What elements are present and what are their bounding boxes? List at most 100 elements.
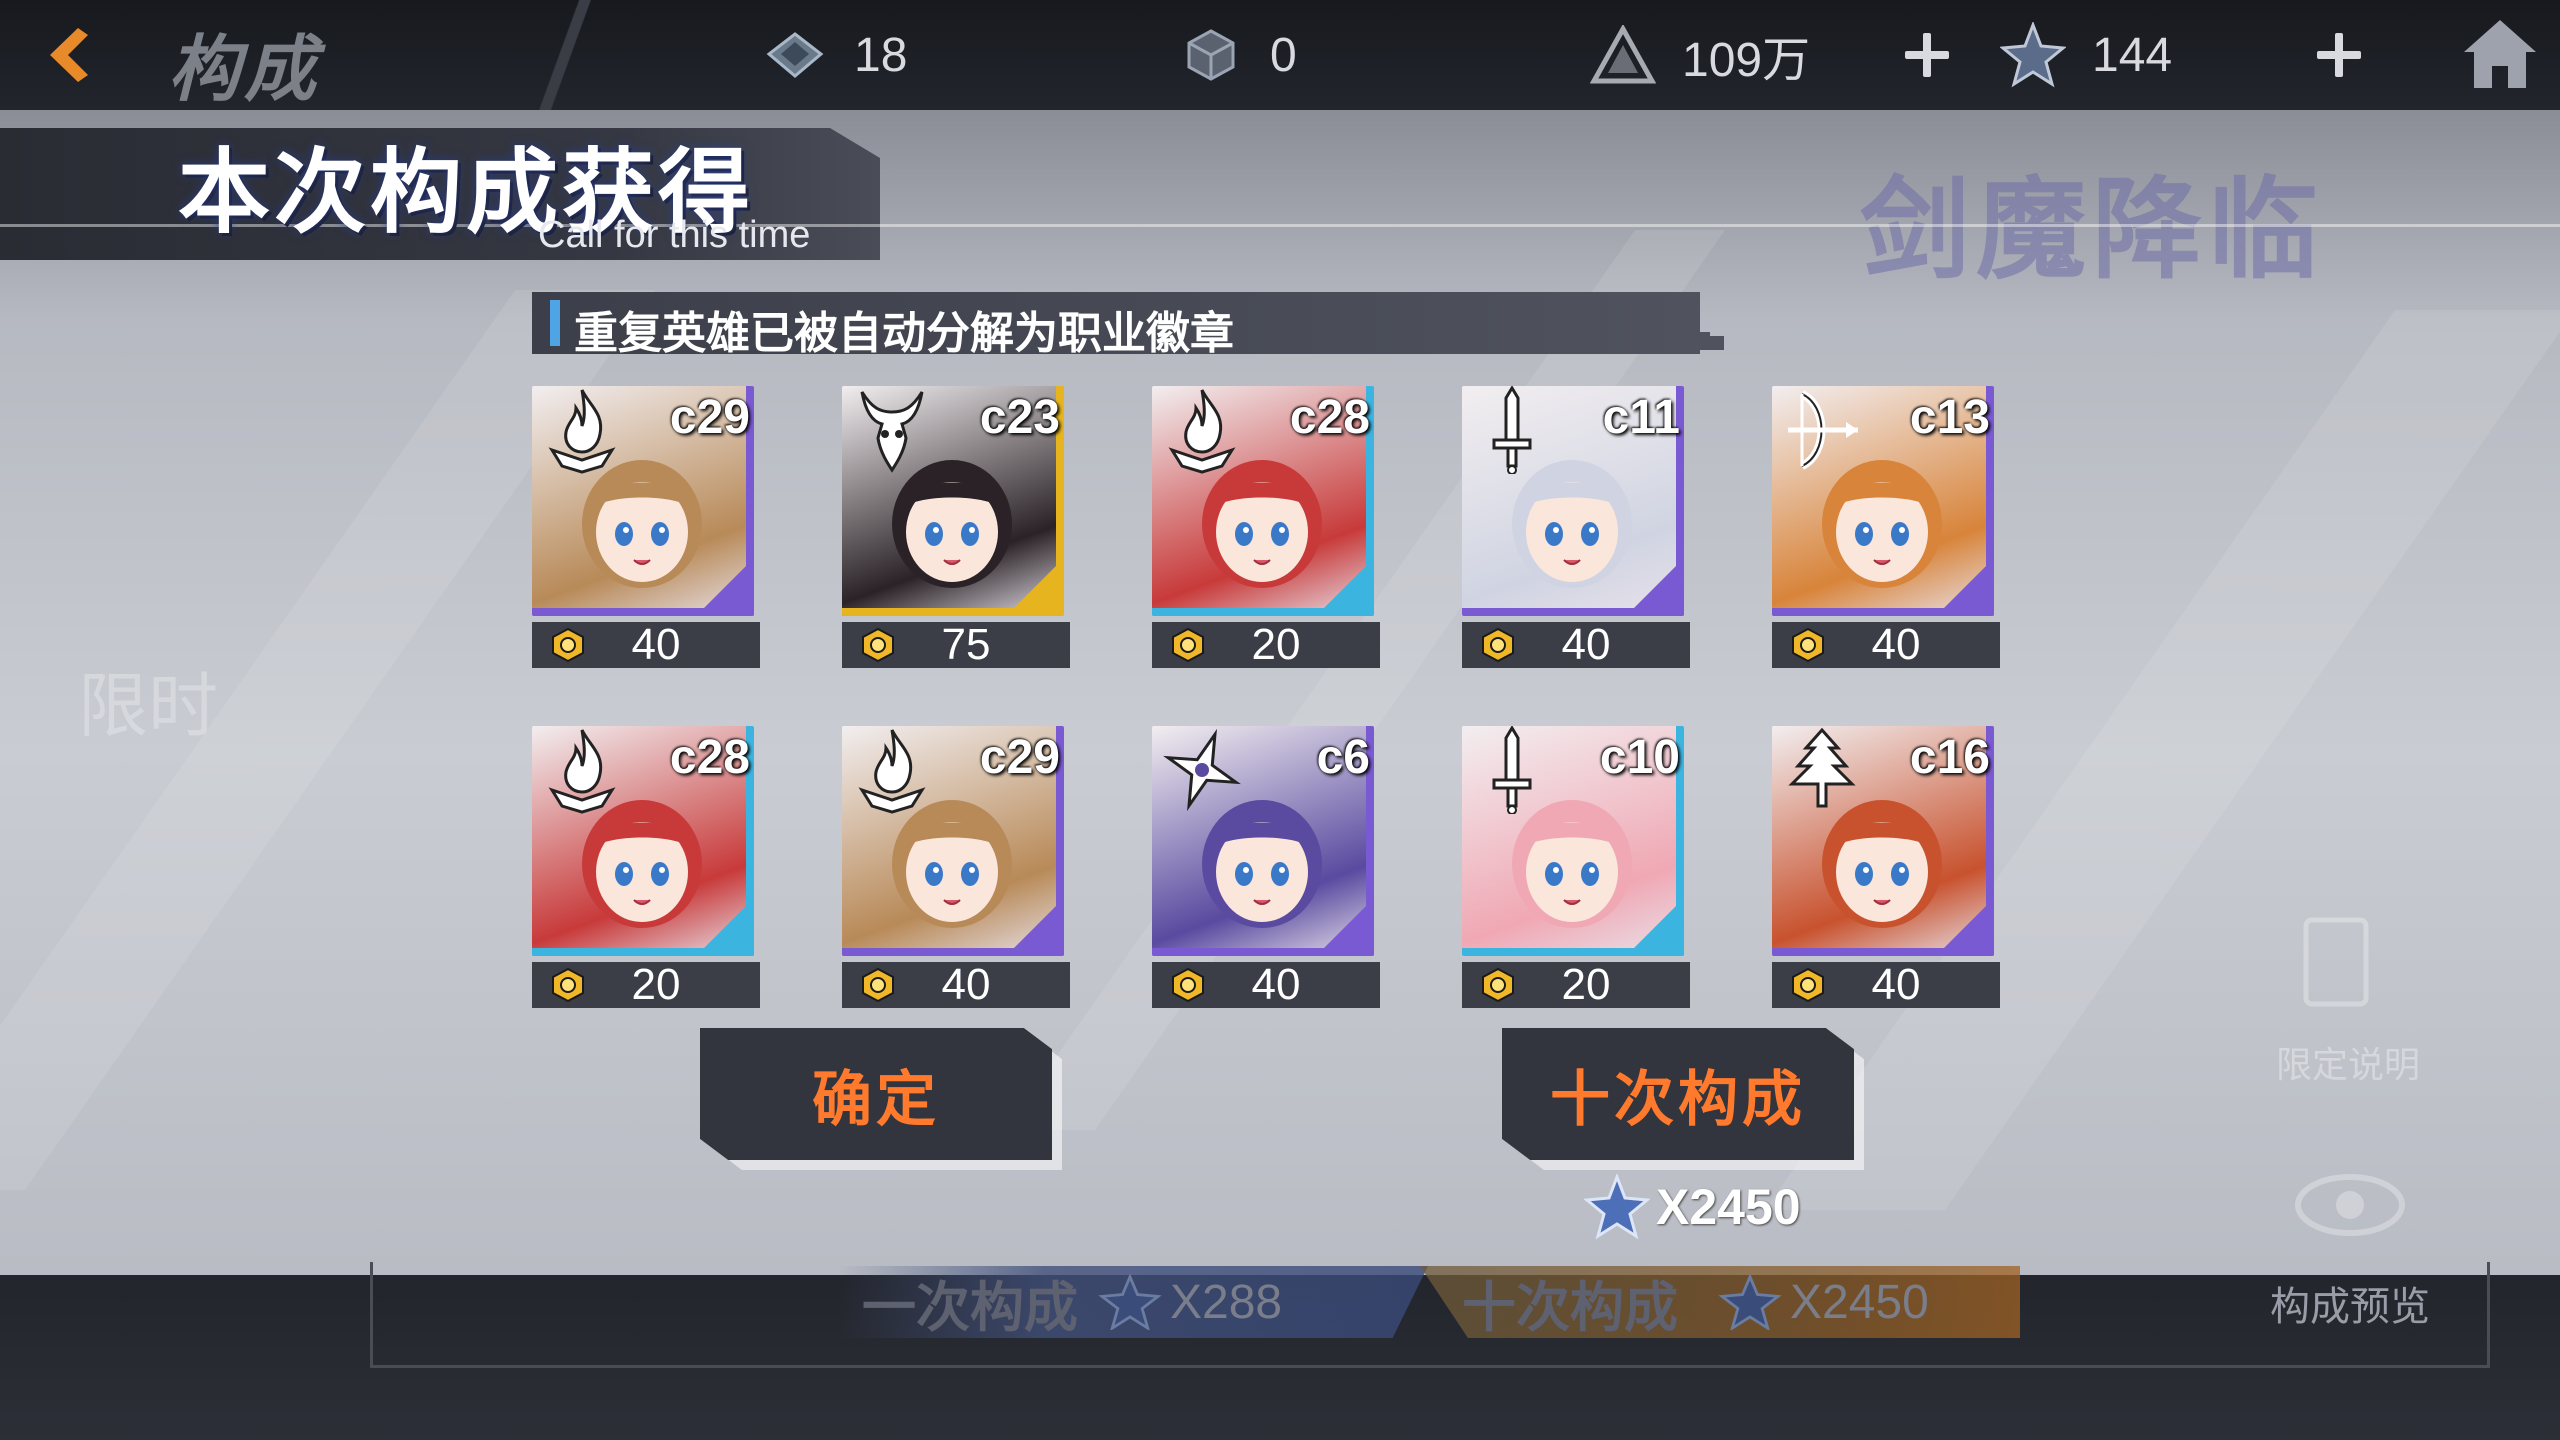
screen-title: 构成 (168, 27, 321, 111)
one-call-option[interactable]: 一次构成 X288 (862, 1266, 1283, 1339)
hero-level: c11 (1602, 391, 1680, 444)
ten-call-button[interactable]: 十次构成 (1502, 1028, 1864, 1170)
hero-card[interactable]: c29 40 (842, 726, 1070, 1008)
notice-corner-deco (1680, 296, 1724, 350)
bow-icon (1782, 386, 1862, 474)
hero-level: c29 (979, 731, 1060, 784)
hero-reward: 40 (1772, 962, 2000, 1008)
ten-call-bottom-label: 十次构成 (1462, 1275, 1678, 1339)
rarity-corner (1316, 898, 1374, 956)
ten-call-cost-value: X2450 (1656, 1179, 1801, 1235)
sword-icon (1472, 385, 1552, 475)
preview-button[interactable]: 构成预览 (2270, 1274, 2430, 1332)
hero-card[interactable]: c13 40 (1772, 386, 2000, 668)
hero-reward-value: 40 (1251, 960, 1301, 1009)
hero-reward-value: 20 (1561, 960, 1611, 1009)
notice-banner: 重复英雄已被自动分解为职业徽章 (532, 292, 1700, 359)
hero-reward-value: 40 (1561, 620, 1611, 669)
hero-reward: 20 (532, 962, 760, 1008)
hero-results-grid: c29 40 c23 75 c28 20 c11 40 c13 40 c28 20 c29 40 c6 40 c… (532, 385, 2002, 1008)
flame-icon (852, 726, 932, 814)
hero-level: c29 (669, 391, 750, 444)
rarity-corner (1316, 558, 1374, 616)
resource-cube: 0 (1176, 18, 1297, 92)
hero-level: c28 (1289, 391, 1370, 444)
rarity-corner (1626, 898, 1684, 956)
hero-reward: 40 (1772, 622, 2000, 668)
confirm-button-label: 确定 (812, 1064, 940, 1135)
resource-gold-value: 109万 (1682, 34, 1811, 87)
dialog-subtitle: Call for this time (538, 214, 811, 256)
flame-icon (542, 386, 622, 474)
resource-star: 144 (1998, 18, 2172, 92)
hero-card[interactable]: c29 40 (532, 386, 760, 668)
rarity-corner (1626, 558, 1684, 616)
hero-level: c13 (1909, 391, 1990, 444)
info-card-icon (2303, 917, 2369, 1007)
ten-call-bottom-cost: X2450 (1790, 1275, 1929, 1329)
home-button[interactable] (2460, 14, 2540, 94)
hero-card[interactable]: c28 20 (1152, 386, 1380, 668)
flame-icon (1162, 386, 1242, 474)
ten-call-cost: X2450 (1584, 1172, 1801, 1242)
rarity-corner (696, 898, 754, 956)
hero-reward-value: 20 (1251, 620, 1301, 669)
cube-icon (1176, 20, 1246, 90)
notice-text: 重复英雄已被自动分解为职业徽章 (574, 308, 1234, 359)
tree-icon (1782, 726, 1862, 814)
rarity-corner (1936, 558, 1994, 616)
resource-cube-value: 0 (1270, 28, 1297, 82)
hero-card[interactable]: c10 20 (1462, 725, 1690, 1008)
confirm-button[interactable]: 确定 (700, 1028, 1062, 1170)
one-call-label: 一次构成 (862, 1275, 1078, 1339)
top-bar: 构成 18 0 109万 144 (0, 0, 2560, 111)
hero-reward-value: 20 (631, 960, 681, 1009)
hero-reward-value: 40 (941, 960, 991, 1009)
hero-card[interactable]: c11 40 (1462, 385, 1690, 668)
rarity-corner (1936, 898, 1994, 956)
resource-crystal-value: 18 (854, 28, 908, 82)
crystal-icon (760, 20, 830, 90)
hero-level: c16 (1909, 731, 1990, 784)
star-crystal-icon (1098, 1274, 1162, 1330)
add-star-button[interactable] (2304, 20, 2374, 90)
triangle-coin-icon (1588, 20, 1658, 90)
rarity-corner (1006, 898, 1064, 956)
hero-reward: 40 (1462, 622, 1690, 668)
resource-gold: 109万 (1588, 18, 1810, 92)
resource-star-value: 144 (2092, 28, 2173, 82)
rarity-corner (696, 558, 754, 616)
hero-reward: 75 (842, 622, 1070, 668)
hero-level: c6 (1316, 731, 1370, 784)
demon-icon (852, 386, 932, 474)
ten-call-option[interactable]: 十次构成 X2450 (1462, 1266, 1929, 1339)
hero-card[interactable]: c16 40 (1772, 726, 2000, 1008)
event-banner-title: 剑魔降临 (1860, 166, 2324, 294)
add-gold-button[interactable] (1892, 20, 1962, 90)
one-call-cost: X288 (1170, 1275, 1283, 1329)
ten-call-button-label: 十次构成 (1550, 1064, 1806, 1135)
hero-card[interactable]: c23 75 (842, 386, 1070, 668)
hero-level: c10 (1599, 731, 1680, 784)
hero-reward-value: 40 (631, 620, 681, 669)
hero-level: c28 (669, 731, 750, 784)
hero-reward-value: 40 (1871, 960, 1921, 1009)
hero-reward: 40 (1152, 962, 1380, 1008)
limited-desc-label: 限定说明 (2276, 1045, 2421, 1086)
hero-reward: 20 (1462, 962, 1690, 1008)
hero-card[interactable]: c28 20 (532, 726, 760, 1008)
hero-card[interactable]: c6 40 (1152, 726, 1380, 1008)
resource-crystal: 18 (760, 18, 907, 92)
hero-reward: 20 (1152, 622, 1380, 668)
rarity-corner (1006, 558, 1064, 616)
sword-icon (1472, 725, 1552, 815)
flame-icon (542, 726, 622, 814)
shuriken-icon (1162, 726, 1242, 814)
star-crystal-icon (1718, 1274, 1782, 1330)
hero-reward-value: 40 (1871, 620, 1921, 669)
star-crystal-icon (1584, 1174, 1650, 1240)
star-crystal-icon (1998, 20, 2068, 90)
back-button[interactable] (30, 20, 110, 90)
title-divider (520, 0, 610, 110)
hero-reward: 40 (842, 962, 1070, 1008)
